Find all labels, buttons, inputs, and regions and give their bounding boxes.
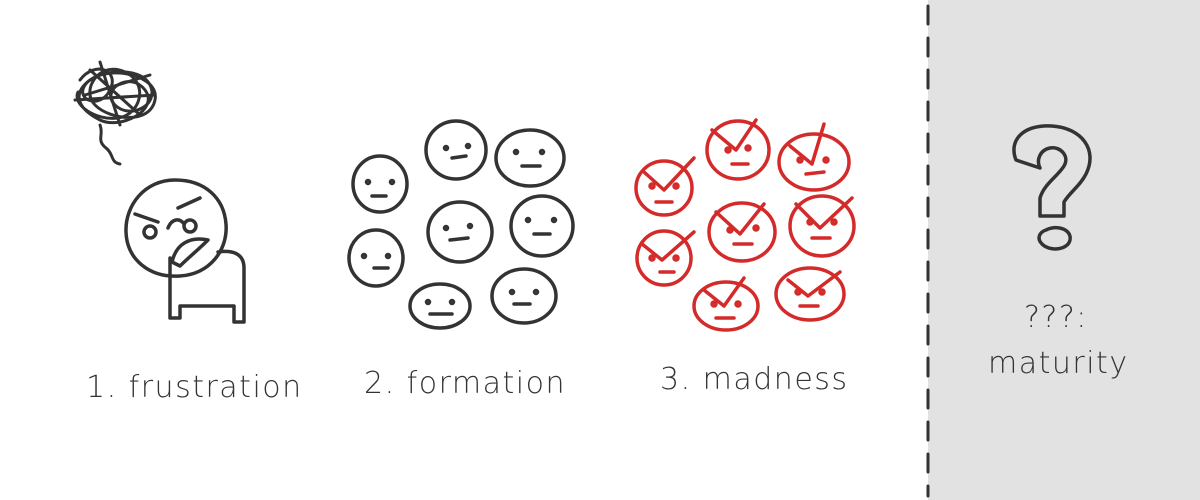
angry-face-group [634, 118, 856, 332]
angry-face-icon [707, 201, 777, 263]
neutral-face-icon [347, 228, 405, 288]
diagram-drawing [73, 4, 1092, 498]
angry-person-icon [124, 178, 246, 324]
angry-face-icon [692, 276, 760, 332]
stage-label-formation: 2. formation [364, 366, 566, 401]
neutral-face-icon [424, 119, 488, 181]
stage-label-frustration: 1. frustration [86, 370, 303, 405]
neutral-face-icon [494, 128, 566, 188]
angry-face-icon [788, 194, 856, 258]
angry-face-icon [774, 266, 846, 322]
maturity-label: maturity [988, 346, 1129, 381]
maturity-mark-label: ???: [1024, 300, 1088, 335]
neutral-face-icon [408, 282, 472, 330]
neutral-face-icon [426, 200, 494, 264]
diagram: 1. frustration 2. formation 3. madness ?… [0, 0, 1200, 500]
stage-label-madness: 3. madness [660, 362, 849, 397]
angry-face-icon [635, 229, 696, 287]
neutral-face-icon [351, 154, 409, 214]
neutral-face-icon [509, 194, 575, 258]
angry-face-icon [634, 156, 696, 217]
question-mark-icon [1012, 124, 1092, 251]
neutral-face-group [347, 119, 575, 330]
scribble-cloud-icon [73, 60, 157, 166]
angry-face-icon [705, 118, 771, 181]
neutral-face-icon [490, 267, 558, 325]
angry-face-icon [777, 122, 851, 192]
